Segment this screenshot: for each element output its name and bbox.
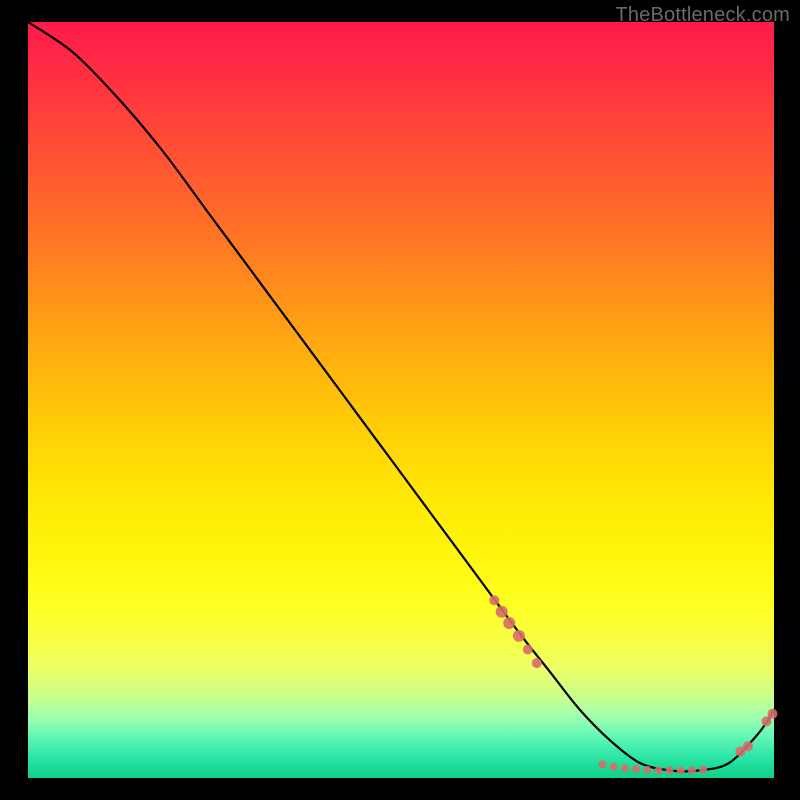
chart-frame: TheBottleneck.com (0, 0, 800, 800)
data-marker (666, 766, 674, 774)
data-marker (621, 764, 629, 772)
data-marker (513, 630, 525, 642)
data-marker (503, 617, 515, 629)
watermark-text: TheBottleneck.com (615, 4, 790, 27)
data-marker (496, 606, 508, 618)
data-marker (743, 741, 753, 751)
data-marker (677, 766, 685, 774)
data-marker (598, 760, 606, 768)
data-marker (699, 766, 707, 774)
data-marker (688, 766, 696, 774)
data-marker (768, 709, 778, 719)
data-marker (610, 763, 618, 771)
data-marker (632, 765, 640, 773)
bottleneck-curve (28, 22, 774, 771)
data-marker (532, 658, 542, 668)
chart-plot-area (28, 22, 774, 778)
data-markers (489, 595, 777, 774)
data-marker (643, 766, 651, 774)
data-marker (654, 766, 662, 774)
chart-svg (28, 22, 774, 778)
data-marker (523, 645, 533, 655)
data-marker (489, 595, 499, 605)
